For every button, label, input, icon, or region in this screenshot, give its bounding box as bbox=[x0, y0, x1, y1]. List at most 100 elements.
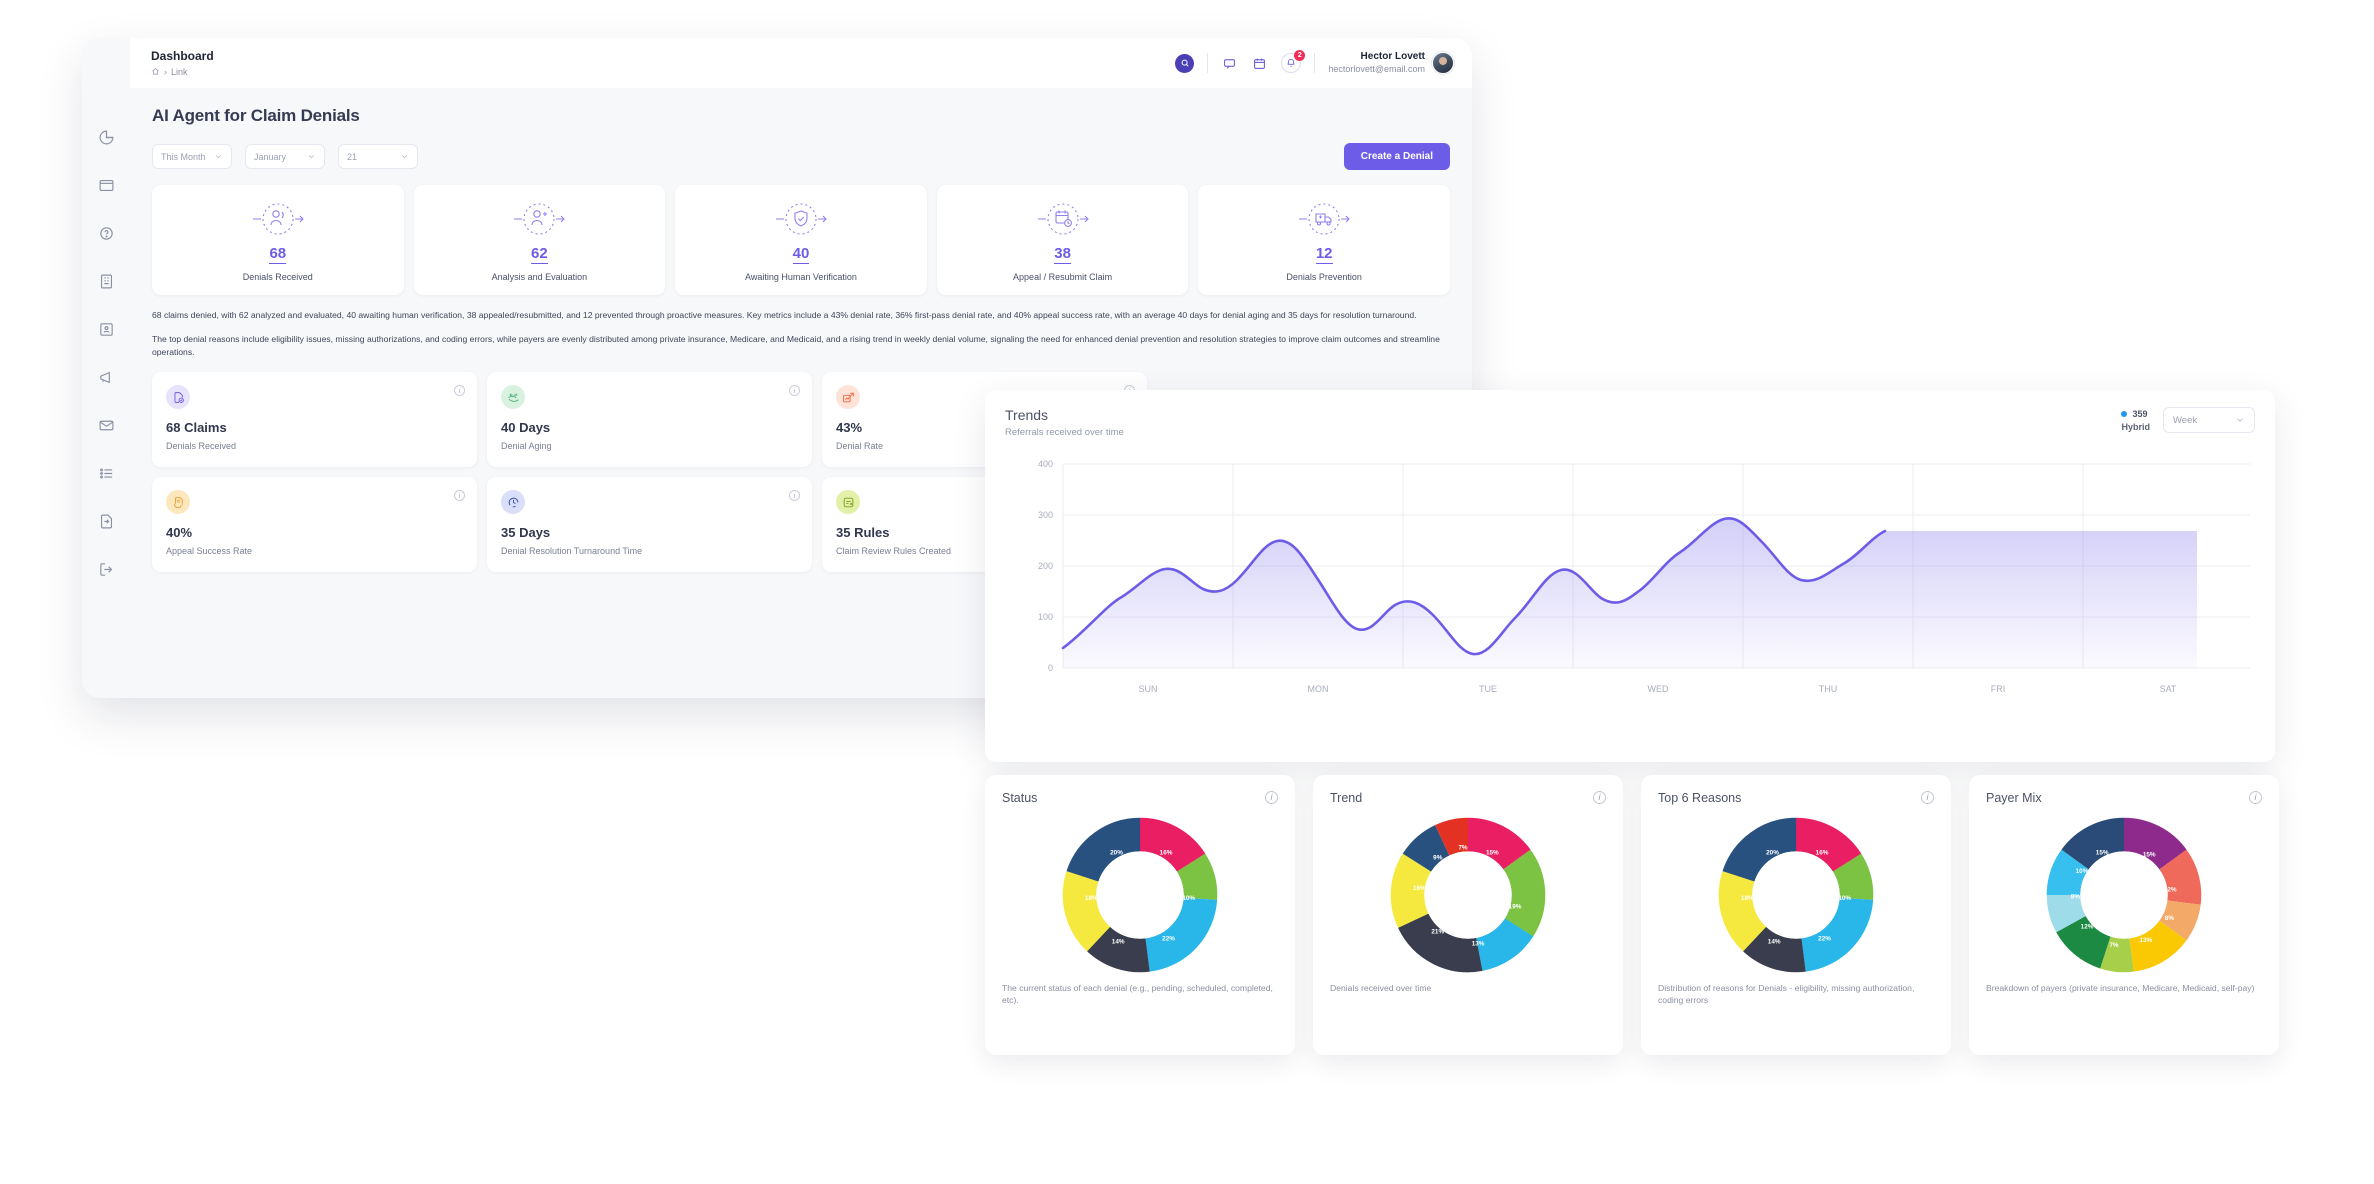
calendar-clock-icon bbox=[943, 199, 1183, 239]
metric-value: 40 Days bbox=[501, 420, 798, 435]
svg-text:16%: 16% bbox=[1816, 849, 1829, 856]
donut-card-payer-mix: Payer Mix i bbox=[1969, 775, 2279, 1055]
svg-text:21%: 21% bbox=[1431, 928, 1444, 935]
sidebar-item-analytics[interactable] bbox=[95, 126, 117, 148]
stat-card-denials-received[interactable]: 68 Denials Received bbox=[152, 185, 404, 295]
stat-value: 38 bbox=[1054, 245, 1071, 264]
dashboard-page: × bbox=[0, 0, 2374, 1184]
handshake-icon bbox=[501, 385, 525, 409]
info-icon[interactable]: i bbox=[454, 490, 465, 501]
svg-text:0: 0 bbox=[1048, 663, 1053, 673]
trends-subtitle: Referrals received over time bbox=[1005, 427, 1124, 438]
home-icon[interactable] bbox=[151, 67, 160, 78]
divider bbox=[1314, 53, 1315, 73]
info-icon[interactable]: i bbox=[789, 490, 800, 501]
stat-card-awaiting-verification[interactable]: 40 Awaiting Human Verification bbox=[675, 185, 927, 295]
user-name: Hector Lovett bbox=[1328, 51, 1425, 63]
info-icon[interactable]: i bbox=[1921, 791, 1934, 804]
stat-label: Denials Prevention bbox=[1204, 272, 1444, 282]
svg-text:15%: 15% bbox=[2143, 851, 2156, 858]
x-axis-labels: SUN MON TUE WED THU FRI SAT bbox=[1138, 684, 2176, 694]
stat-label: Denials Received bbox=[158, 272, 398, 282]
info-icon[interactable]: i bbox=[1593, 791, 1606, 804]
donut-chart-trend: 15% 19% 13% 21% 16% 9% 7% bbox=[1330, 807, 1606, 982]
sidebar-item-campaigns[interactable] bbox=[95, 366, 117, 388]
document-check-icon bbox=[166, 385, 190, 409]
donut-card-trend: Trend i 15% 19% bbox=[1313, 775, 1623, 1055]
metric-tile-appeal-success[interactable]: 40% Appeal Success Rate i bbox=[152, 477, 477, 572]
stat-card-analysis-evaluation[interactable]: 62 Analysis and Evaluation bbox=[414, 185, 666, 295]
donut-cards: Status i 16% 10% 22% bbox=[985, 775, 2279, 1055]
metric-tile-resolution-turnaround[interactable]: 35 Days Denial Resolution Turnaround Tim… bbox=[487, 477, 812, 572]
sidebar-item-folder[interactable] bbox=[95, 174, 117, 196]
card-title: Payer Mix bbox=[1986, 791, 2262, 805]
svg-text:TUE: TUE bbox=[1479, 684, 1497, 694]
metric-tile-denial-aging[interactable]: 40 Days Denial Aging i bbox=[487, 372, 812, 467]
notification-badge: 2 bbox=[1294, 50, 1305, 61]
donut-chart-top-reasons: 16% 10% 22% 14% 18% 20% bbox=[1658, 807, 1934, 982]
trends-controls: 359 Hybrid Week bbox=[2121, 407, 2255, 433]
stat-label: Awaiting Human Verification bbox=[681, 272, 921, 282]
legend-value-row: 359 bbox=[2121, 409, 2150, 419]
card-title: Status bbox=[1002, 791, 1278, 805]
create-denial-button[interactable]: Create a Denial bbox=[1344, 143, 1450, 170]
metric-label: Denial Aging bbox=[501, 441, 798, 451]
chevron-down-icon bbox=[400, 152, 409, 161]
card-title: Top 6 Reasons bbox=[1658, 791, 1934, 805]
chevron-down-icon bbox=[214, 152, 223, 161]
avatar[interactable] bbox=[1432, 52, 1454, 74]
search-icon[interactable] bbox=[1175, 54, 1194, 73]
trends-header: Trends Referrals received over time 359 … bbox=[1005, 407, 2255, 438]
user-email: hectorlovett@email.com bbox=[1328, 63, 1425, 75]
filter-period[interactable]: This Month bbox=[152, 144, 232, 169]
metric-value: 35 Days bbox=[501, 525, 798, 540]
svg-text:8%: 8% bbox=[2071, 893, 2081, 900]
chart-legend: 359 Hybrid bbox=[2121, 409, 2150, 432]
page-title: AI Agent for Claim Denials bbox=[152, 106, 1450, 126]
sidebar-item-tasks[interactable] bbox=[95, 462, 117, 484]
stat-card-appeal-resubmit[interactable]: 38 Appeal / Resubmit Claim bbox=[937, 185, 1189, 295]
sidebar-item-help[interactable] bbox=[95, 222, 117, 244]
metric-label: Denial Resolution Turnaround Time bbox=[501, 546, 798, 556]
info-icon[interactable]: i bbox=[2249, 791, 2262, 804]
donut-card-status: Status i 16% 10% 22% bbox=[985, 775, 1295, 1055]
metric-label: Denials Received bbox=[166, 441, 463, 451]
notifications-button[interactable]: 2 bbox=[1281, 53, 1301, 73]
calendar-icon[interactable] bbox=[1251, 55, 1268, 72]
sidebar-item-logout[interactable] bbox=[95, 558, 117, 580]
filter-month[interactable]: January bbox=[245, 144, 325, 169]
range-select[interactable]: Week bbox=[2163, 407, 2255, 433]
info-icon[interactable]: i bbox=[454, 385, 465, 396]
card-description: Breakdown of payers (private insurance, … bbox=[1986, 982, 2262, 994]
chat-icon[interactable] bbox=[1221, 55, 1238, 72]
metric-tile-denials-received[interactable]: 68 Claims Denials Received i bbox=[152, 372, 477, 467]
user-menu[interactable]: Hector Lovett hectorlovett@email.com bbox=[1328, 51, 1454, 75]
sidebar-item-messages[interactable] bbox=[95, 414, 117, 436]
chevron-down-icon bbox=[2235, 415, 2245, 425]
area-chart-svg: 400 300 200 100 0 SUN MON TUE WED THU bbox=[1005, 452, 2255, 714]
filter-day-value: 21 bbox=[347, 152, 357, 162]
stat-card-denials-prevention[interactable]: 12 Denials Prevention bbox=[1198, 185, 1450, 295]
sidebar-item-import[interactable] bbox=[95, 510, 117, 532]
info-icon[interactable]: i bbox=[789, 385, 800, 396]
svg-text:FRI: FRI bbox=[1991, 684, 2006, 694]
svg-text:20%: 20% bbox=[1766, 849, 1779, 856]
card-description: Denials received over time bbox=[1330, 982, 1606, 994]
legend-value: 359 bbox=[2132, 409, 2147, 419]
sidebar-item-contacts[interactable] bbox=[95, 318, 117, 340]
svg-text:10%: 10% bbox=[1838, 895, 1851, 902]
svg-text:18%: 18% bbox=[1085, 895, 1098, 902]
info-icon[interactable]: i bbox=[1265, 791, 1278, 804]
y-axis-labels: 400 300 200 100 0 bbox=[1038, 459, 1053, 673]
ambulance-icon bbox=[1204, 199, 1444, 239]
donut-card-top-reasons: Top 6 Reasons i 16% 10% bbox=[1641, 775, 1951, 1055]
trends-title: Trends bbox=[1005, 407, 1124, 423]
filter-bar: This Month January 21 bbox=[152, 143, 1450, 170]
svg-text:400: 400 bbox=[1038, 459, 1053, 469]
filter-day[interactable]: 21 bbox=[338, 144, 418, 169]
svg-text:8%: 8% bbox=[2165, 915, 2175, 922]
breadcrumb-link[interactable]: Link bbox=[171, 67, 188, 77]
sidebar-item-organization[interactable] bbox=[95, 270, 117, 292]
svg-text:12%: 12% bbox=[2081, 923, 2094, 930]
rules-icon bbox=[836, 490, 860, 514]
